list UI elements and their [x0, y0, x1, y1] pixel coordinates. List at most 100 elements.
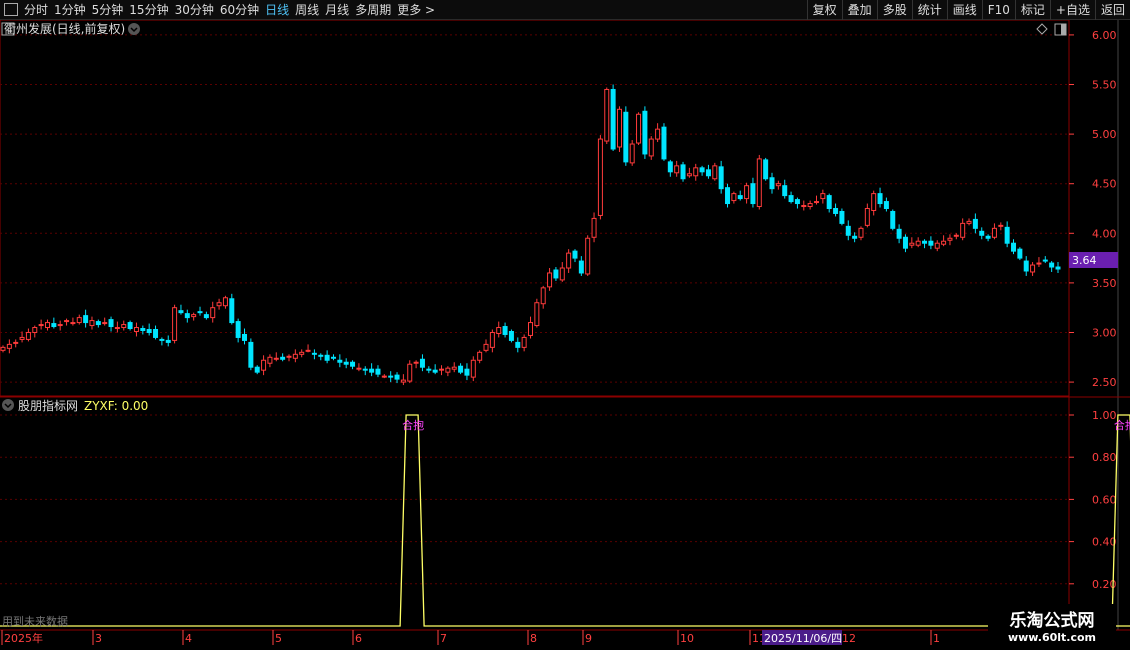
- candle-body: [515, 341, 521, 348]
- x-axis-label: 9: [585, 632, 592, 645]
- candle-body: [864, 208, 870, 226]
- candle-body: [813, 201, 819, 204]
- candle-body: [375, 368, 381, 375]
- toolbar-button-5[interactable]: F10: [981, 0, 1015, 20]
- tab-timeframe-7[interactable]: 周线: [295, 1, 319, 18]
- tab-timeframe-3[interactable]: 15分钟: [129, 1, 168, 18]
- tab-timeframe-10[interactable]: 更多 >: [397, 1, 435, 18]
- candle-body: [419, 358, 425, 368]
- cursor-date-label: 2025/11/06/四: [764, 632, 842, 645]
- tab-timeframe-0[interactable]: 分时: [24, 1, 48, 18]
- candle-body: [432, 369, 438, 373]
- candle-body: [820, 193, 826, 200]
- candle-body: [369, 368, 375, 373]
- candle-body: [979, 230, 985, 236]
- candle-body: [642, 110, 648, 155]
- indicator-tick-label: 1.00: [1092, 409, 1117, 422]
- tab-timeframe-5[interactable]: 60分钟: [220, 1, 259, 18]
- candle-body: [267, 356, 273, 364]
- candle-body: [1011, 242, 1017, 252]
- indicator-header: 股朋指标网 ZYXF: 0.00: [2, 398, 148, 413]
- main-panel-header: 衢州发展(日线,前复权): [1, 21, 1067, 36]
- candle-body: [852, 235, 858, 239]
- tab-timeframe-4[interactable]: 30分钟: [175, 1, 214, 18]
- candle-body: [489, 331, 495, 348]
- current-price-label: 3.64: [1072, 254, 1097, 267]
- candle-body: [763, 159, 769, 180]
- candle-body: [426, 368, 432, 371]
- candle-body: [833, 208, 839, 214]
- toolbar-button-7[interactable]: +自选: [1049, 0, 1095, 20]
- toolbar-button-1[interactable]: 叠加: [841, 0, 877, 20]
- candle-body: [140, 328, 146, 332]
- tab-timeframe-1[interactable]: 1分钟: [54, 1, 86, 18]
- candle-body: [127, 322, 133, 330]
- candle-body: [502, 326, 508, 335]
- kline-chart[interactable]: 6.00 5.50 5.00 4.50 4.00 3.50 3.00 2.50 衢州发展(日线…: [0, 20, 1130, 650]
- candle-body: [25, 331, 31, 340]
- indicator-tick-label: 0.60: [1092, 493, 1117, 506]
- candle-body: [566, 252, 572, 269]
- toolbar-right-buttons: 复权 叠加 多股 统计 画线 F10 标记 +自选 返回: [806, 0, 1130, 20]
- candle-body: [114, 327, 120, 330]
- candle-body: [756, 158, 762, 208]
- candle-body: [1042, 259, 1048, 262]
- candle-body: [693, 167, 699, 177]
- candle-body: [623, 111, 629, 163]
- indicator-tick-label: 0.80: [1092, 451, 1117, 464]
- candle-body: [337, 359, 343, 363]
- candle-body: [242, 333, 248, 341]
- candle-body: [636, 113, 642, 144]
- tab-timeframe-8[interactable]: 月线: [325, 1, 349, 18]
- candle-body: [775, 183, 781, 187]
- title-dropdown-icon[interactable]: [128, 23, 140, 35]
- candle-body: [19, 336, 25, 340]
- toolbar-button-2[interactable]: 多股: [876, 0, 912, 20]
- toolbar-button-8[interactable]: 返回: [1094, 0, 1130, 20]
- price-tick-label: 2.50: [1092, 376, 1117, 389]
- candle-body: [153, 329, 159, 338]
- candle-body: [508, 330, 514, 341]
- window-icon[interactable]: [4, 3, 18, 16]
- candle-body: [261, 359, 267, 371]
- candle-body: [496, 327, 502, 334]
- x-axis-label: 12: [842, 632, 856, 645]
- candle-body: [1030, 264, 1036, 273]
- candle-body: [902, 236, 908, 249]
- x-axis-label: 8: [530, 632, 537, 645]
- indicator-title: 股朋指标网: [18, 398, 78, 413]
- candle-body: [178, 310, 184, 314]
- candle-body: [413, 361, 419, 364]
- candle-body: [121, 324, 127, 329]
- tab-timeframe-6[interactable]: 日线: [265, 1, 289, 18]
- tab-timeframe-2[interactable]: 5分钟: [92, 1, 124, 18]
- candle-body: [305, 349, 311, 352]
- candle-body: [407, 363, 413, 382]
- tab-timeframe-9[interactable]: 多周期: [355, 1, 391, 18]
- candle-body: [216, 302, 222, 307]
- candle-body: [972, 218, 978, 229]
- indicator-dropdown-icon[interactable]: [2, 399, 14, 411]
- candle-body: [667, 161, 673, 173]
- candle-body: [782, 185, 788, 197]
- candle-body: [286, 355, 292, 358]
- toolbar-button-3[interactable]: 统计: [911, 0, 947, 20]
- candle-body: [909, 242, 915, 246]
- candle-body: [159, 338, 165, 341]
- candle-body: [38, 324, 44, 327]
- candle-body: [1023, 260, 1029, 272]
- x-axis-label: 7: [440, 632, 447, 645]
- candle-body: [922, 240, 928, 244]
- candle-body: [928, 240, 934, 246]
- toolbar-button-0[interactable]: 复权: [806, 0, 842, 20]
- layout-icon-half: [1061, 24, 1066, 35]
- candle-body: [648, 138, 654, 157]
- candle-body: [960, 222, 966, 238]
- toolbar-button-4[interactable]: 画线: [946, 0, 982, 20]
- candle-body: [311, 352, 317, 355]
- price-tick-label: 5.00: [1092, 128, 1117, 141]
- diamond-icon[interactable]: [1036, 23, 1048, 35]
- indicator-axis-ticks: 1.000.800.600.400.20: [1069, 409, 1117, 591]
- toolbar-button-6[interactable]: 标记: [1014, 0, 1050, 20]
- candle-body: [655, 128, 661, 140]
